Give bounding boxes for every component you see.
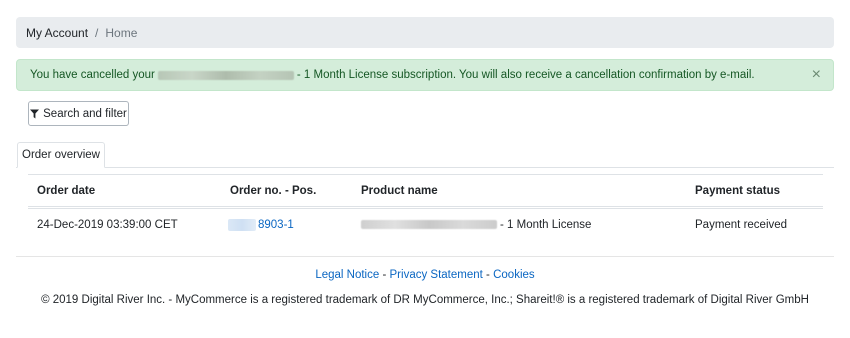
- cookies-link[interactable]: Cookies: [493, 269, 535, 281]
- header-order-number: Order no. - Pos.: [230, 185, 317, 197]
- product-name-suffix: - 1 Month License: [500, 219, 592, 231]
- alert-text-before: You have cancelled your: [30, 69, 155, 81]
- cancellation-alert: You have cancelled your - 1 Month Licens…: [16, 59, 834, 91]
- breadcrumb: My Account / Home: [16, 17, 834, 48]
- redacted-product-name: [361, 220, 497, 230]
- close-icon[interactable]: ×: [812, 67, 821, 83]
- footer-divider: [16, 256, 834, 257]
- breadcrumb-my-account[interactable]: My Account: [26, 26, 88, 40]
- tab-order-overview[interactable]: Order overview: [17, 142, 105, 168]
- search-and-filter-button[interactable]: Search and filter: [28, 101, 129, 126]
- redacted-product-name: [157, 70, 294, 80]
- tabs-divider: [16, 167, 834, 168]
- filter-button-label: Search and filter: [43, 107, 127, 120]
- footer-links: Legal Notice - Privacy Statement - Cooki…: [0, 269, 850, 281]
- legal-notice-link[interactable]: Legal Notice: [315, 269, 379, 281]
- header-product-name: Product name: [361, 185, 438, 197]
- cell-order-date: 24-Dec-2019 03:39:00 CET: [37, 219, 178, 231]
- breadcrumb-separator: /: [95, 25, 99, 40]
- cell-product-name: - 1 Month License: [361, 219, 591, 231]
- copyright-text: © 2019 Digital River Inc. - MyCommerce i…: [41, 294, 809, 306]
- cell-payment-status: Payment received: [695, 219, 788, 231]
- breadcrumb-home: Home: [105, 25, 138, 40]
- footer-separator: -: [486, 269, 490, 281]
- footer-separator: -: [382, 269, 387, 281]
- privacy-statement-link[interactable]: Privacy Statement: [390, 269, 483, 281]
- table-top-border: [28, 174, 823, 175]
- cell-order-number[interactable]: 8903-1: [228, 219, 294, 231]
- redacted-order-prefix: [228, 219, 256, 231]
- header-payment-status: Payment status: [695, 185, 781, 197]
- order-number-link[interactable]: 8903-1: [258, 219, 294, 231]
- header-order-date: Order date: [37, 185, 96, 197]
- table-header-separator: [28, 206, 823, 209]
- alert-text-after: - 1 Month License subscription. You will…: [296, 69, 755, 81]
- funnel-icon: [30, 109, 40, 118]
